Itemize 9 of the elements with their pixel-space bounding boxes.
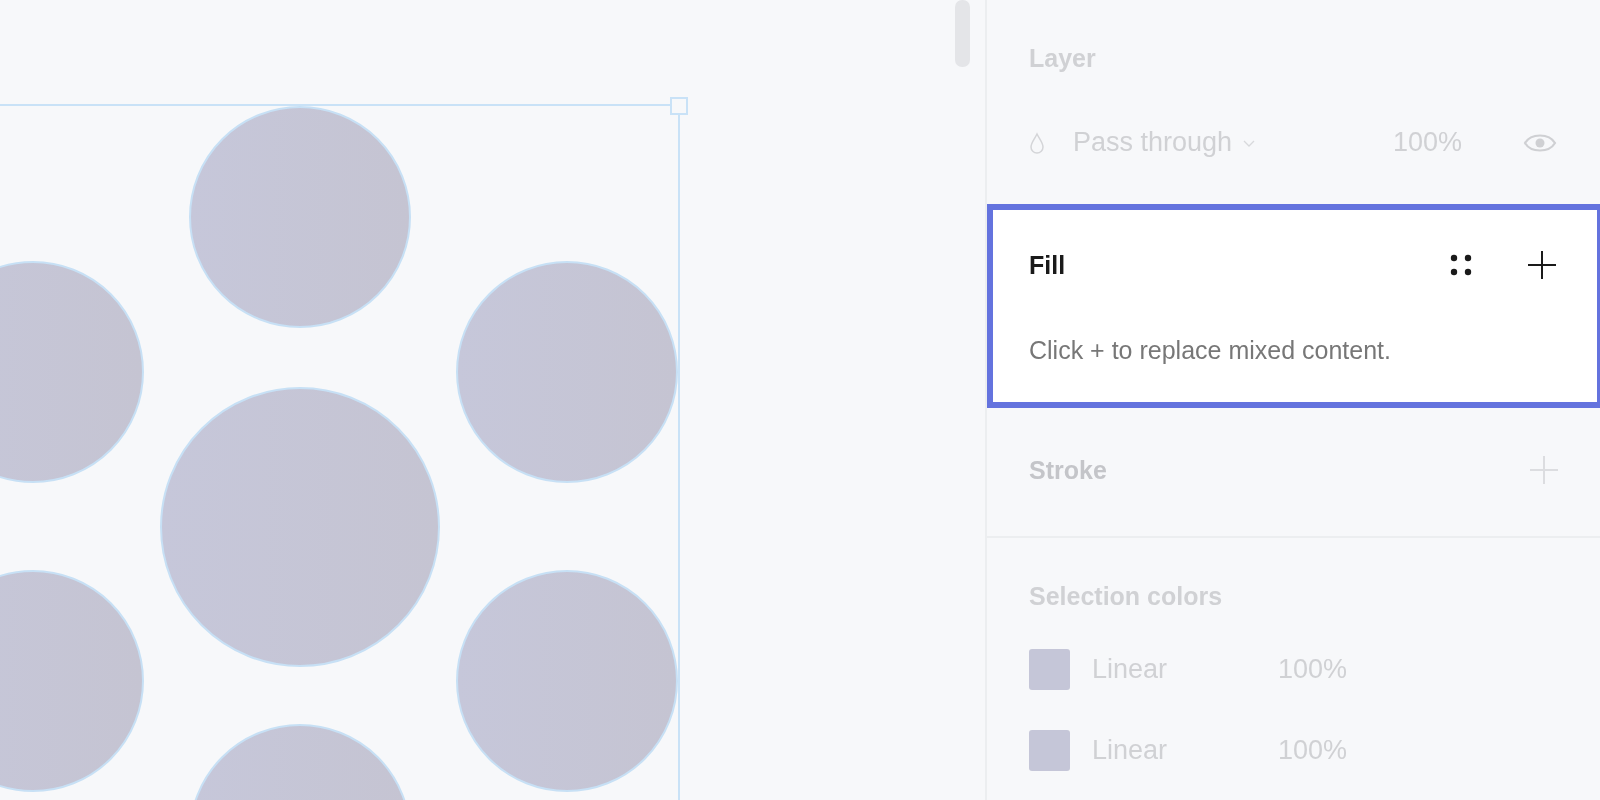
section-title: Fill bbox=[1029, 250, 1067, 280]
add-icon[interactable] bbox=[1527, 250, 1557, 280]
styles-icon[interactable] bbox=[1449, 253, 1473, 277]
drop-icon bbox=[1029, 131, 1045, 154]
color-swatch[interactable] bbox=[1029, 649, 1070, 690]
color-swatch[interactable] bbox=[1029, 730, 1070, 771]
eye-icon[interactable] bbox=[1523, 131, 1557, 154]
fill-message: Click + to replace mixed content. bbox=[1029, 336, 1392, 365]
resize-handle[interactable] bbox=[670, 97, 688, 115]
